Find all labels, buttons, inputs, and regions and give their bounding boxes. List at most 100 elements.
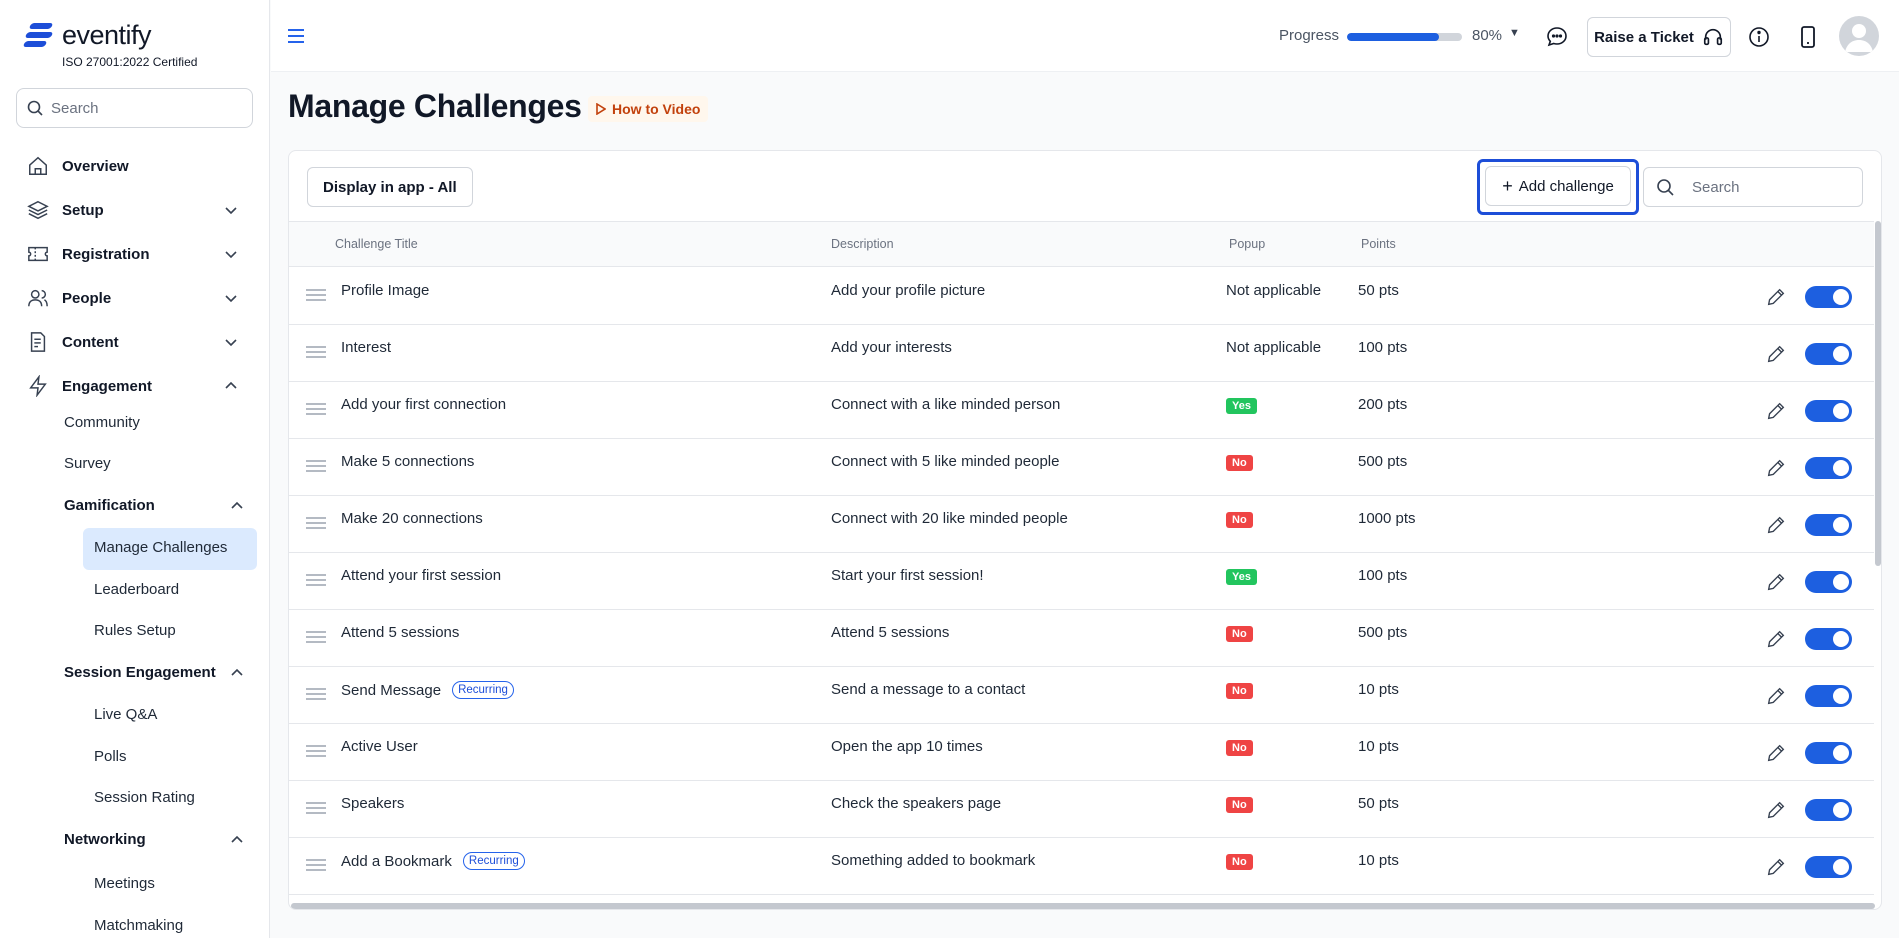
- enabled-toggle[interactable]: [1805, 571, 1852, 593]
- people-icon: [26, 286, 50, 310]
- edit-pencil-icon[interactable]: [1765, 343, 1787, 365]
- nav-live-qa[interactable]: Live Q&A: [94, 706, 157, 723]
- drag-handle-icon[interactable]: [305, 402, 327, 416]
- enabled-toggle[interactable]: [1805, 799, 1852, 821]
- enabled-toggle[interactable]: [1805, 742, 1852, 764]
- nav-polls[interactable]: Polls: [94, 748, 127, 765]
- enabled-toggle[interactable]: [1805, 343, 1852, 365]
- drag-handle-icon[interactable]: [305, 858, 327, 872]
- chat-icon[interactable]: [1545, 25, 1569, 49]
- table-row[interactable]: Make 5 connections Connect with 5 like mi…: [289, 439, 1874, 496]
- nav-gamification[interactable]: Gamification: [64, 497, 246, 514]
- nav-session-rating[interactable]: Session Rating: [94, 789, 195, 806]
- column-header[interactable]: Popup: [1229, 237, 1265, 251]
- nav-networking[interactable]: Networking: [64, 831, 246, 848]
- drag-handle-icon[interactable]: [305, 744, 327, 758]
- enabled-toggle[interactable]: [1805, 628, 1852, 650]
- vertical-scrollbar[interactable]: [1875, 221, 1881, 566]
- nav-registration[interactable]: Registration: [26, 239, 246, 269]
- lightning-icon: [26, 374, 50, 398]
- sidebar-search-input[interactable]: [51, 99, 241, 117]
- enabled-toggle[interactable]: [1805, 514, 1852, 536]
- nav-label: Setup: [62, 201, 104, 219]
- table-row[interactable]: Attend 5 sessions Attend 5 sessions No 500 …: [289, 610, 1874, 667]
- nav-rules-setup[interactable]: Rules Setup: [94, 622, 176, 639]
- add-challenge-button[interactable]: + Add challenge: [1485, 166, 1631, 206]
- table-row[interactable]: Attend your first session Start your firs…: [289, 553, 1874, 610]
- table-row[interactable]: Profile Image Add your profile picture Not…: [289, 268, 1874, 325]
- drag-handle-icon[interactable]: [305, 516, 327, 530]
- chevron-up-icon: [225, 381, 237, 389]
- nav-manage-challenges[interactable]: Manage Challenges: [94, 539, 227, 556]
- edit-pencil-icon[interactable]: [1765, 457, 1787, 479]
- enabled-toggle[interactable]: [1805, 286, 1852, 308]
- table-row[interactable]: Send Message Recurring Send a message to a…: [289, 667, 1874, 724]
- mobile-icon[interactable]: [1798, 25, 1818, 49]
- drag-handle-icon[interactable]: [305, 459, 327, 473]
- enabled-toggle[interactable]: [1805, 856, 1852, 878]
- nav-overview[interactable]: Overview: [26, 151, 246, 181]
- table-row[interactable]: Active User Open the app 10 times No 10 pts: [289, 724, 1874, 781]
- edit-pencil-icon[interactable]: [1765, 742, 1787, 764]
- how-to-video-link[interactable]: How to Video: [588, 96, 709, 122]
- avatar[interactable]: [1839, 16, 1879, 56]
- edit-pencil-icon[interactable]: [1765, 628, 1787, 650]
- nav-survey[interactable]: Survey: [64, 455, 111, 472]
- nav-setup[interactable]: Setup: [26, 195, 246, 225]
- drag-handle-icon[interactable]: [305, 687, 327, 701]
- sidebar-search[interactable]: [16, 88, 253, 128]
- enabled-toggle[interactable]: [1805, 685, 1852, 707]
- nav-session-engagement[interactable]: Session Engagement: [64, 664, 246, 681]
- challenge-points: 100 pts: [1358, 567, 1408, 584]
- table-row[interactable]: Add your first connection Connect with a …: [289, 382, 1874, 439]
- display-in-app-filter[interactable]: Display in app - All: [307, 167, 473, 207]
- horizontal-scrollbar[interactable]: [291, 903, 1875, 909]
- edit-pencil-icon[interactable]: [1765, 856, 1787, 878]
- nav-leaderboard[interactable]: Leaderboard: [94, 581, 179, 598]
- progress-bar: [1347, 33, 1462, 41]
- column-header[interactable]: Description: [831, 237, 894, 251]
- nav-meetings[interactable]: Meetings: [94, 875, 155, 892]
- raise-ticket-button[interactable]: Raise a Ticket: [1587, 17, 1731, 57]
- table-row[interactable]: Add a Bookmark Recurring Something added t…: [289, 838, 1874, 895]
- drag-handle-icon[interactable]: [305, 630, 327, 644]
- enabled-toggle[interactable]: [1805, 400, 1852, 422]
- table-search-input[interactable]: [1692, 178, 1852, 196]
- edit-pencil-icon[interactable]: [1765, 514, 1787, 536]
- drag-handle-icon[interactable]: [305, 573, 327, 587]
- user-icon: [1845, 24, 1873, 52]
- edit-pencil-icon[interactable]: [1765, 286, 1787, 308]
- nav-engagement[interactable]: Engagement: [26, 371, 246, 401]
- popup-cell: No: [1226, 852, 1253, 870]
- edit-pencil-icon[interactable]: [1765, 571, 1787, 593]
- chevron-up-icon: [231, 501, 243, 509]
- column-header[interactable]: Points: [1361, 237, 1396, 251]
- edit-pencil-icon[interactable]: [1765, 799, 1787, 821]
- info-icon[interactable]: [1747, 25, 1771, 49]
- popup-no-badge: No: [1226, 854, 1253, 870]
- enabled-toggle[interactable]: [1805, 457, 1852, 479]
- table-row[interactable]: Make 20 connections Connect with 20 like …: [289, 496, 1874, 553]
- challenge-title-cell: Add a Bookmark Recurring: [341, 852, 525, 870]
- nav-matchmaking[interactable]: Matchmaking: [94, 917, 183, 934]
- nav-community[interactable]: Community: [64, 414, 140, 431]
- menu-icon[interactable]: [287, 28, 305, 44]
- chevron-up-icon: [231, 668, 243, 676]
- nav-content[interactable]: Content: [26, 327, 246, 357]
- column-header[interactable]: Challenge Title: [335, 237, 418, 251]
- edit-pencil-icon[interactable]: [1765, 685, 1787, 707]
- drag-handle-icon[interactable]: [305, 288, 327, 302]
- logo[interactable]: eventify: [22, 20, 152, 51]
- caret-down-icon[interactable]: ▼: [1509, 27, 1520, 39]
- drag-handle-icon[interactable]: [305, 801, 327, 815]
- table-search[interactable]: [1643, 167, 1863, 207]
- drag-handle-icon[interactable]: [305, 345, 327, 359]
- table-row[interactable]: Interest Add your interests Not applicable…: [289, 325, 1874, 382]
- edit-pencil-icon[interactable]: [1765, 400, 1787, 422]
- chevron-down-icon: [225, 339, 237, 347]
- play-icon: [596, 103, 606, 115]
- nav-people[interactable]: People: [26, 283, 246, 313]
- table-row[interactable]: Speakers Check the speakers page No 50 pts: [289, 781, 1874, 838]
- challenge-title: Profile Image: [341, 282, 430, 299]
- popup-cell: No: [1226, 453, 1253, 471]
